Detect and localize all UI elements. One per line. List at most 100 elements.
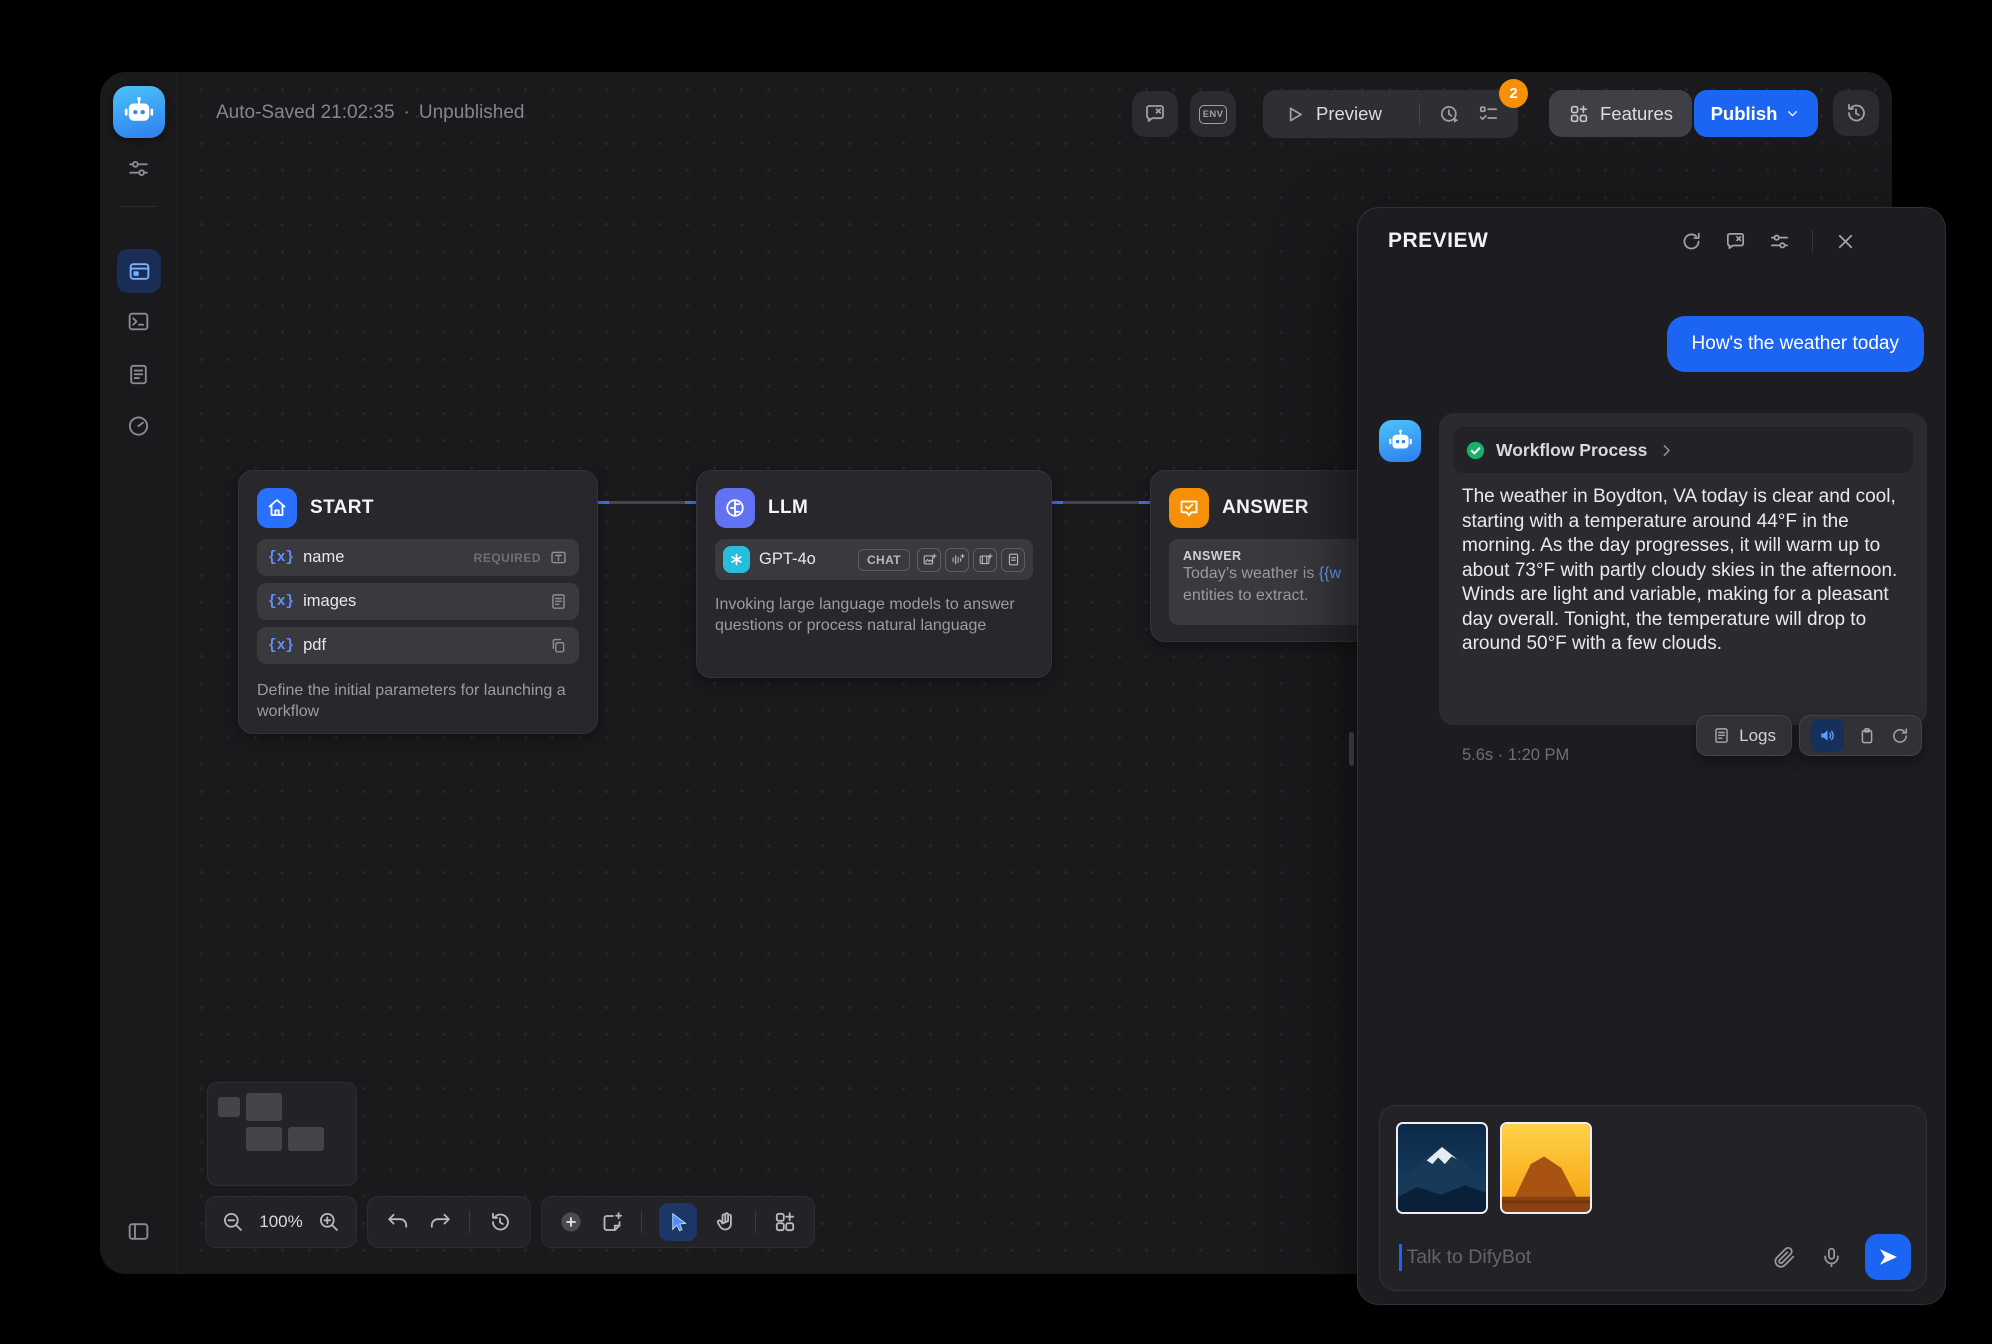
attachment-thumbnail-mountain-sunset[interactable] bbox=[1500, 1122, 1592, 1214]
voice-input-button[interactable] bbox=[1820, 1246, 1843, 1269]
autosave-status: Auto-Saved 21:02:35 · Unpublished bbox=[216, 102, 525, 124]
canvas-scrollbar[interactable] bbox=[1349, 732, 1354, 766]
send-message-button[interactable] bbox=[1865, 1234, 1911, 1280]
screenshot-root: Auto-Saved 21:02:35 · Unpublished ENV Pr… bbox=[0, 0, 1992, 1344]
node-llm[interactable]: LLM GPT-4o CHAT bbox=[696, 470, 1052, 678]
start-field-pdf[interactable]: {x} pdf bbox=[257, 627, 579, 664]
model-name: GPT-4o bbox=[759, 550, 816, 569]
undo-button[interactable] bbox=[386, 1210, 410, 1234]
sidebar-collapse-button[interactable] bbox=[126, 1218, 152, 1244]
start-field-images[interactable]: {x} images bbox=[257, 583, 579, 620]
start-field-name[interactable]: {x} name REQUIRED bbox=[257, 539, 579, 576]
user-message-bubble: How's the weather today bbox=[1667, 316, 1924, 372]
regenerate-icon bbox=[1890, 726, 1910, 746]
app-logo[interactable] bbox=[113, 86, 165, 138]
regenerate-button[interactable] bbox=[1890, 726, 1910, 746]
run-history-button[interactable] bbox=[1438, 103, 1461, 126]
microphone-icon bbox=[1820, 1246, 1843, 1269]
variable-token: {x} bbox=[268, 638, 294, 654]
close-icon bbox=[1834, 230, 1857, 253]
preview-panel-title: PREVIEW bbox=[1388, 229, 1659, 253]
publish-status-text: Unpublished bbox=[419, 102, 525, 124]
variable-token: {x} bbox=[268, 594, 294, 610]
cursor-icon bbox=[667, 1211, 690, 1234]
redo-icon bbox=[428, 1210, 452, 1234]
home-icon bbox=[265, 496, 289, 520]
robot-icon bbox=[122, 95, 156, 129]
attach-file-button[interactable] bbox=[1773, 1246, 1796, 1269]
copy-message-button[interactable] bbox=[1857, 726, 1877, 746]
field-meta bbox=[549, 636, 568, 655]
edge-start-to-llm[interactable] bbox=[598, 501, 696, 504]
edge-llm-to-answer[interactable] bbox=[1052, 501, 1150, 504]
canvas-minimap[interactable] bbox=[207, 1082, 357, 1186]
llm-brain-icon bbox=[723, 496, 747, 520]
node-start-header: START bbox=[239, 471, 597, 539]
sidebar-item-orchestrate-settings[interactable] bbox=[126, 155, 152, 181]
history-icon bbox=[1844, 101, 1868, 125]
logs-button[interactable]: Logs bbox=[1696, 715, 1792, 756]
workflow-process-toggle[interactable]: Workflow Process bbox=[1453, 427, 1913, 473]
features-button[interactable]: Features bbox=[1549, 90, 1692, 137]
window-blocks-icon bbox=[127, 259, 152, 284]
redo-button[interactable] bbox=[428, 1210, 452, 1234]
preview-run-button[interactable]: Preview bbox=[1316, 103, 1419, 125]
env-variables-button[interactable]: ENV bbox=[1190, 91, 1236, 137]
undo-icon bbox=[386, 1210, 410, 1234]
attachment-thumbnail-mountain-night[interactable] bbox=[1396, 1122, 1488, 1214]
sliders-icon bbox=[1768, 230, 1791, 253]
sidebar-item-orchestrate[interactable] bbox=[117, 249, 161, 293]
chat-input-row bbox=[1399, 1233, 1911, 1281]
note-add-icon bbox=[600, 1210, 624, 1234]
change-history-button[interactable] bbox=[488, 1210, 512, 1234]
llm-model-selector[interactable]: GPT-4o CHAT bbox=[715, 539, 1033, 580]
chevron-right-icon bbox=[1658, 442, 1675, 459]
history-icon bbox=[488, 1210, 512, 1234]
status-separator: · bbox=[404, 102, 410, 124]
restart-conversation-button[interactable] bbox=[1680, 230, 1703, 253]
canvas-tools-group bbox=[541, 1196, 815, 1248]
minimap-node bbox=[288, 1127, 324, 1151]
sidebar-item-api[interactable] bbox=[126, 308, 152, 334]
publish-button[interactable]: Publish bbox=[1694, 90, 1818, 137]
undo-redo-group bbox=[367, 1196, 531, 1248]
conversation-settings-button[interactable] bbox=[1768, 230, 1791, 253]
features-label: Features bbox=[1600, 103, 1673, 125]
mountain-sunset-image bbox=[1502, 1124, 1590, 1212]
checklist-icon bbox=[1477, 103, 1500, 126]
checklist-button[interactable] bbox=[1477, 103, 1500, 126]
add-note-button[interactable] bbox=[600, 1210, 624, 1234]
bot-message-text: The weather in Boydton, VA today is clea… bbox=[1462, 485, 1907, 657]
version-history-button[interactable] bbox=[1833, 90, 1879, 136]
chat-input[interactable] bbox=[1405, 1245, 1750, 1270]
node-start[interactable]: START {x} name REQUIRED {x} images bbox=[238, 470, 598, 734]
new-conversation-button[interactable] bbox=[1724, 230, 1747, 253]
sidebar-item-monitoring[interactable] bbox=[126, 412, 152, 438]
files-icon bbox=[549, 636, 568, 655]
robot-icon bbox=[1387, 428, 1414, 455]
autosave-text: Auto-Saved 21:02:35 bbox=[216, 102, 395, 124]
zoom-level[interactable]: 100% bbox=[259, 1212, 302, 1232]
node-title: ANSWER bbox=[1222, 497, 1309, 519]
sidebar-item-logs[interactable] bbox=[126, 361, 152, 387]
pointer-mode-button[interactable] bbox=[659, 1203, 697, 1241]
add-node-button[interactable] bbox=[559, 1210, 583, 1234]
message-actions: Logs bbox=[1696, 715, 1922, 756]
node-title: LLM bbox=[768, 497, 808, 519]
text-input-icon bbox=[549, 548, 568, 567]
text-to-speech-button[interactable] bbox=[1811, 719, 1844, 752]
close-preview-button[interactable] bbox=[1834, 230, 1857, 253]
refresh-icon bbox=[1680, 230, 1703, 253]
required-label: REQUIRED bbox=[474, 551, 541, 565]
text-caret bbox=[1399, 1244, 1402, 1271]
zoom-in-icon bbox=[317, 1210, 341, 1234]
model-capabilities: CHAT bbox=[858, 548, 1025, 572]
zoom-in-button[interactable] bbox=[317, 1210, 341, 1234]
zoom-out-button[interactable] bbox=[221, 1210, 245, 1234]
organize-nodes-button[interactable] bbox=[773, 1210, 797, 1234]
hand-mode-button[interactable] bbox=[714, 1210, 738, 1234]
clear-conversation-button[interactable] bbox=[1132, 91, 1178, 137]
preview-panel: PREVIEW How's the weather today bbox=[1357, 207, 1946, 1305]
chevron-down-icon bbox=[1784, 105, 1801, 122]
vision-capability-icon bbox=[917, 548, 941, 572]
